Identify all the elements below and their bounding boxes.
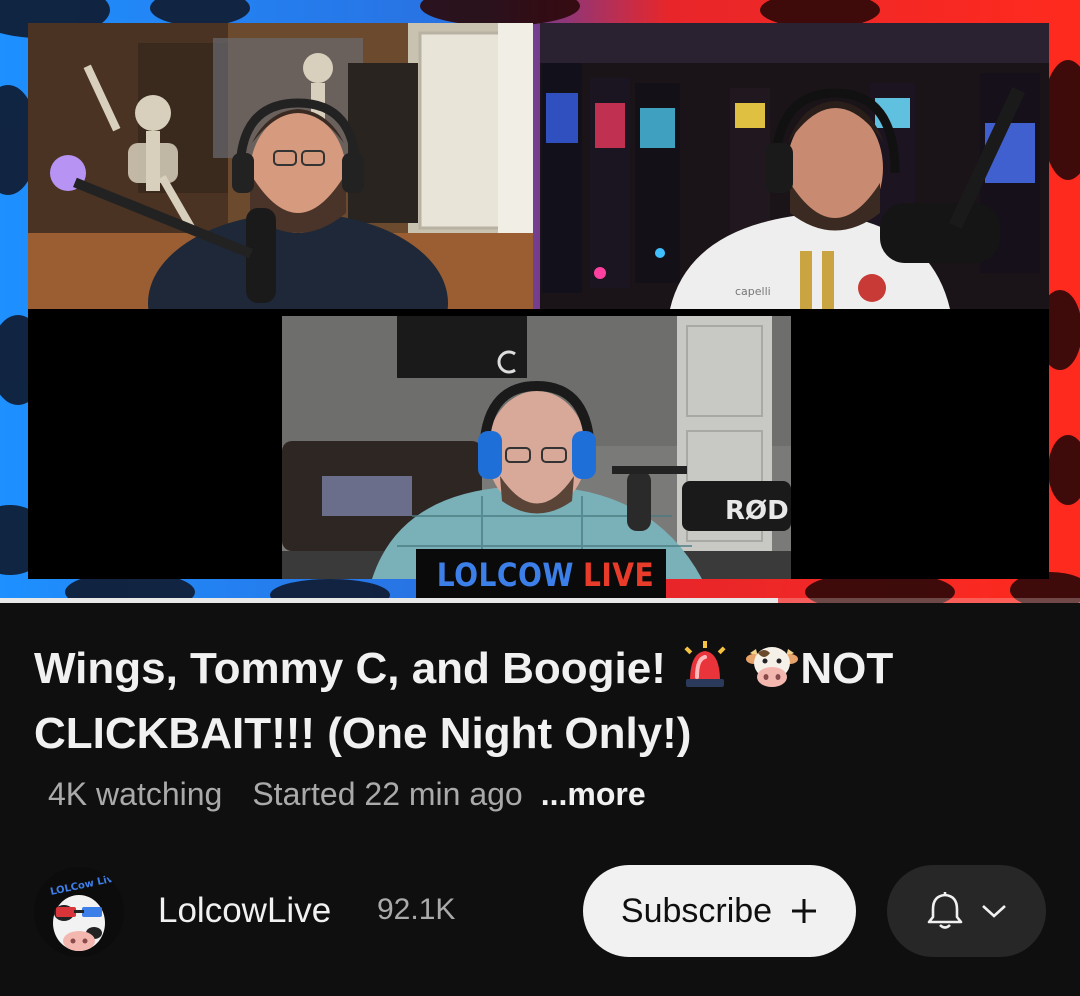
stream-start-time: Started 22 min ago	[252, 776, 523, 812]
video-title[interactable]: Wings, Tommy C, and Boogie! NOT CLICKBAI…	[34, 639, 1044, 763]
more-description-link[interactable]: ...more	[541, 776, 646, 813]
subscribe-label: Subscribe	[620, 891, 773, 930]
webcam-feed-1	[28, 23, 533, 309]
video-player[interactable]: capelli RØD LOLCOW LIVE	[0, 0, 1080, 603]
channel-brand-overlay: LOLCOW LIVE	[416, 549, 666, 601]
plus-icon	[792, 899, 817, 923]
watching-count: 4K watching	[48, 776, 223, 812]
channel-name[interactable]: LolcowLive	[158, 891, 331, 931]
video-meta-row: 4K watching Started 22 min ago ...more	[48, 776, 646, 813]
notification-settings-button[interactable]	[887, 865, 1046, 957]
brand-word-live: LIVE	[583, 556, 655, 594]
subscriber-count: 92.1K	[377, 893, 456, 926]
video-info-panel: Wings, Tommy C, and Boogie! NOT CLICKBAI…	[0, 603, 1080, 996]
channel-row: LOLCow Live LolcowLive 92.1K Subscribe	[0, 865, 1080, 957]
channel-avatar[interactable]: LOLCow Live	[34, 867, 124, 957]
cow-face-icon	[746, 641, 799, 704]
chevron-down-icon	[981, 905, 1006, 918]
mic-brand-text: RØDE	[725, 496, 791, 526]
siren-icon	[680, 641, 730, 704]
brand-word-lolcow: LOLCOW	[436, 556, 574, 594]
bell-icon	[927, 892, 962, 929]
shirt-brand-text: capelli	[735, 285, 771, 298]
webcam-feed-2: capelli	[540, 23, 1049, 309]
video-title-part1: Wings, Tommy C, and Boogie!	[34, 644, 666, 693]
subscribe-button[interactable]: Subscribe	[583, 865, 856, 957]
webcam-feed-3: RØDE	[282, 316, 791, 579]
